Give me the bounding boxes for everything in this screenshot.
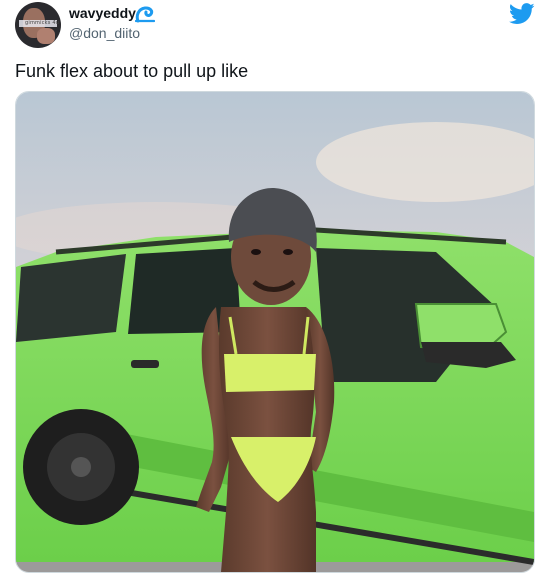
twitter-bird-icon[interactable] bbox=[509, 3, 535, 25]
user-handle[interactable]: @don_diito bbox=[69, 25, 140, 41]
tweet-card: gimmicks 4u wavyeddy @don_diito Funk fle… bbox=[0, 0, 553, 573]
tweet-photo[interactable] bbox=[15, 91, 535, 573]
avatar-hand bbox=[37, 28, 55, 44]
display-name[interactable]: wavyeddy bbox=[69, 5, 136, 21]
avatar-band-text: gimmicks 4u bbox=[25, 20, 60, 26]
photo-media bbox=[16, 92, 534, 572]
tweet-text: Funk flex about to pull up like bbox=[15, 61, 249, 81]
wave-emoji-icon bbox=[135, 6, 155, 23]
user-avatar[interactable]: gimmicks 4u bbox=[15, 2, 61, 48]
